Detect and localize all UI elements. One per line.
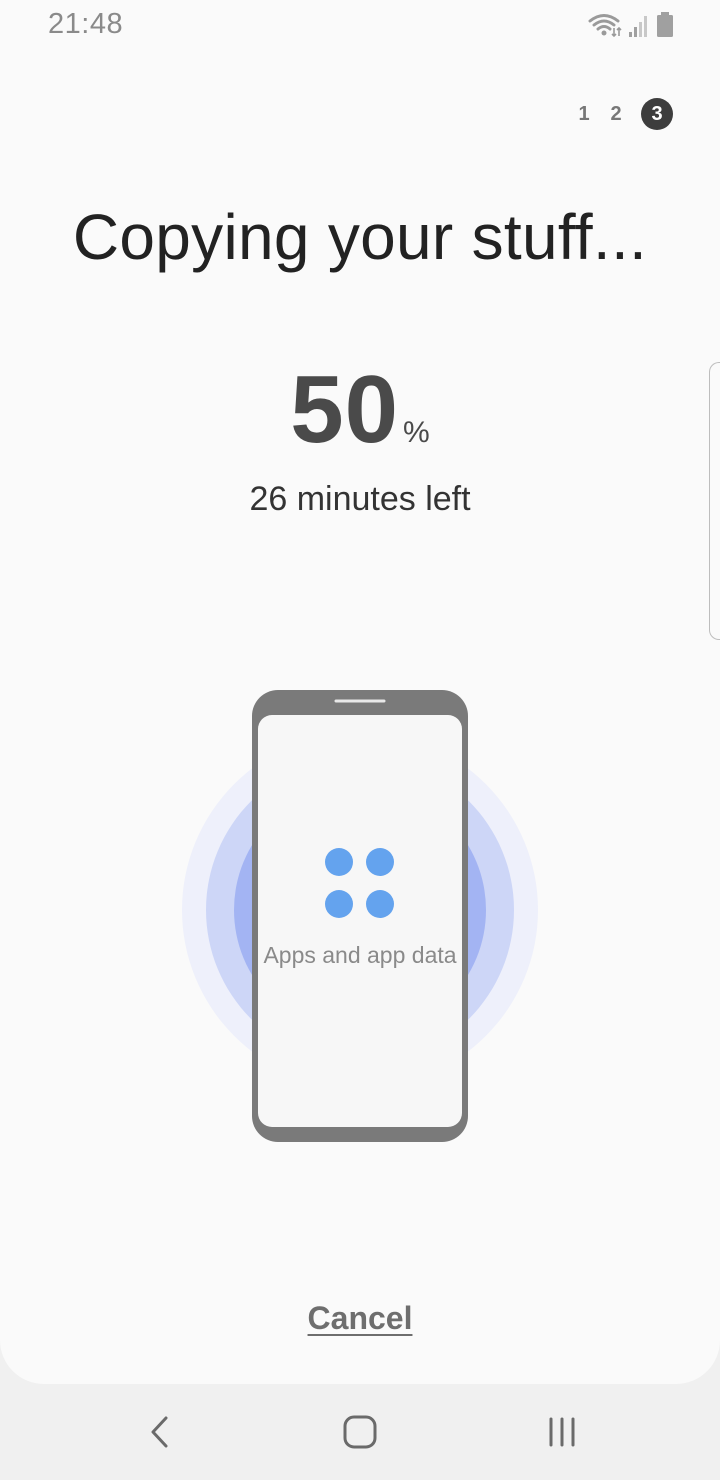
phone-icon bbox=[252, 690, 468, 1142]
step-1: 1 bbox=[578, 102, 590, 125]
edge-panel-handle[interactable] bbox=[709, 362, 720, 640]
transfer-illustration bbox=[0, 680, 720, 1160]
recents-icon bbox=[549, 1417, 575, 1447]
wifi-icon bbox=[588, 12, 622, 38]
page-title: Copying your stuff... bbox=[72, 201, 648, 273]
step-2: 2 bbox=[610, 102, 622, 125]
back-button[interactable] bbox=[138, 1410, 182, 1454]
percent-value: 50 bbox=[290, 356, 400, 463]
signal-icon bbox=[628, 14, 650, 38]
step-indicator: 1 2 3 bbox=[577, 98, 673, 130]
recents-button[interactable] bbox=[540, 1410, 584, 1454]
navigation-bar bbox=[0, 1384, 720, 1480]
screen: 21:48 1 2 3 Copying your stuff... 50 % 2… bbox=[0, 0, 720, 1384]
home-button[interactable] bbox=[338, 1410, 382, 1454]
data-category-label: Apps and app data bbox=[263, 942, 457, 968]
back-icon bbox=[151, 1416, 168, 1448]
cancel-button[interactable]: Cancel bbox=[308, 1300, 413, 1336]
status-icons bbox=[588, 12, 674, 38]
battery-icon bbox=[656, 12, 674, 38]
status-time: 21:48 bbox=[48, 8, 124, 40]
cancel-container: Cancel bbox=[0, 1300, 720, 1337]
home-icon bbox=[343, 1415, 377, 1449]
percent-sign: % bbox=[403, 416, 430, 449]
step-3-active: 3 bbox=[641, 98, 673, 130]
progress-percent: 50% bbox=[0, 355, 720, 465]
time-left-text: 26 minutes left bbox=[249, 480, 471, 518]
